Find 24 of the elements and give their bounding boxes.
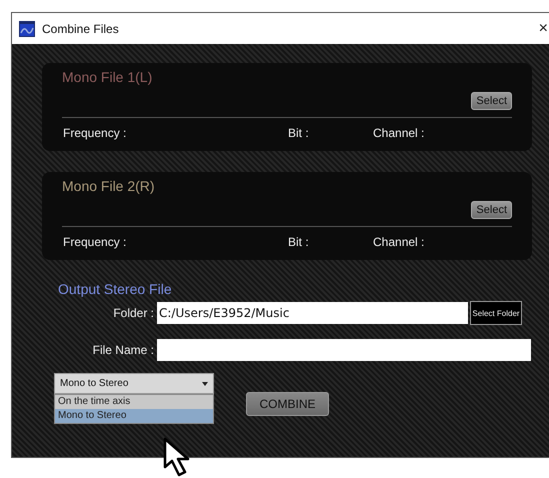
info-label: Frequency : <box>63 126 126 140</box>
window-title: Combine Files <box>42 22 119 36</box>
dropdown-option[interactable]: Mono to Stereo <box>55 409 213 423</box>
select-folder-button[interactable]: Select Folder <box>470 301 522 325</box>
combine-button[interactable]: COMBINE <box>246 392 329 416</box>
info-label: Channel : <box>373 235 424 249</box>
select-button[interactable]: Select <box>471 92 512 110</box>
panel-title: Mono File 1(L) <box>62 69 152 87</box>
select-button[interactable]: Select <box>471 201 512 219</box>
info-label: Frequency : <box>63 235 126 249</box>
app-icon <box>19 20 35 36</box>
dropdown-option[interactable]: On the time axis <box>55 395 213 409</box>
info-label: Bit : <box>288 126 309 140</box>
file-name-field[interactable] <box>157 339 531 361</box>
folder-field[interactable]: C:/Users/E3952/Music <box>157 302 468 324</box>
close-button[interactable]: × <box>538 20 548 38</box>
info-label: Channel : <box>373 126 424 140</box>
section-title: Output Stereo File <box>58 281 173 297</box>
field-label: Folder : <box>112 306 155 320</box>
field-label: File Name : <box>92 343 155 357</box>
mode-dropdown[interactable]: Mono to Stereo <box>54 373 214 394</box>
caret-icon <box>202 382 208 386</box>
panel-title: Mono File 2(R) <box>62 178 155 196</box>
info-label: Bit : <box>288 235 309 249</box>
